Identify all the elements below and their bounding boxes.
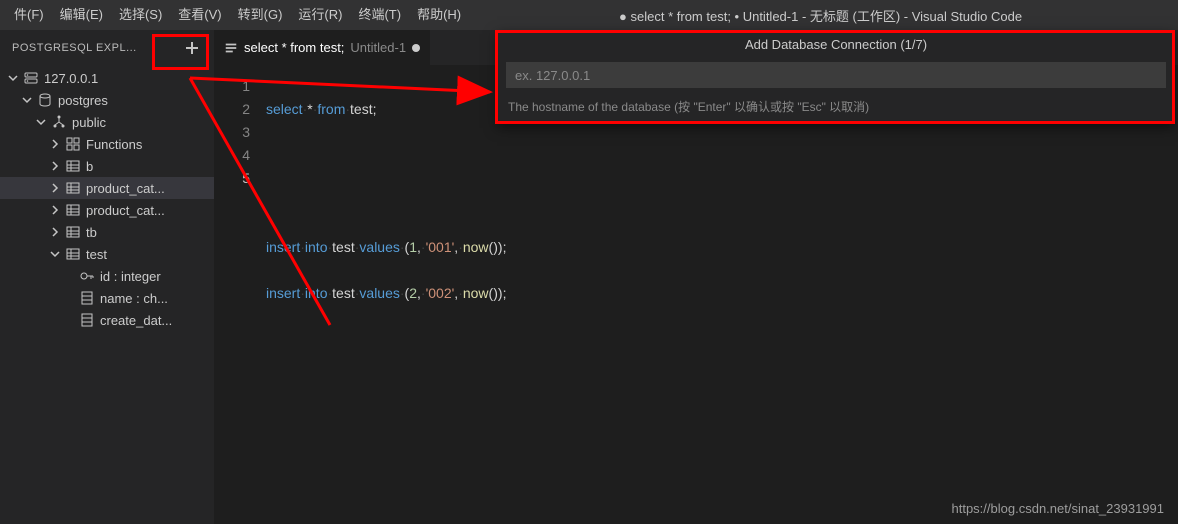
tree-item[interactable]: product_cat... (0, 199, 214, 221)
plus-icon (184, 40, 200, 56)
tree-item-label: test (86, 247, 107, 262)
tree-item[interactable]: 127.0.0.1 (0, 67, 214, 89)
schema-icon (50, 114, 68, 130)
tree-item[interactable]: name : ch... (0, 287, 214, 309)
tree-item-label: create_dat... (100, 313, 172, 328)
menu-file[interactable]: 件(F) (6, 0, 52, 30)
tree-item-label: product_cat... (86, 203, 165, 218)
explorer-tree[interactable]: 127.0.0.1 postgres public Functions b product… (0, 65, 214, 524)
panel-title: POSTGRESQL EXPL... (12, 42, 137, 54)
code-content: select·*·from·test; insert·into·test·val… (266, 65, 506, 524)
chevron-right-icon[interactable] (48, 225, 62, 239)
column-icon (78, 290, 96, 306)
tree-item[interactable]: public (0, 111, 214, 133)
tree-item-label: product_cat... (86, 181, 165, 196)
tree-item-label: Functions (86, 137, 142, 152)
database-icon (36, 92, 54, 108)
table-icon (64, 180, 82, 196)
menu-selection[interactable]: 选择(S) (111, 0, 170, 30)
chevron-down-icon[interactable] (6, 71, 20, 85)
tree-item[interactable]: test (0, 243, 214, 265)
menu-bar: 件(F) 编辑(E) 选择(S) 查看(V) 转到(G) 运行(R) 终端(T)… (0, 0, 1178, 30)
tree-item-label: name : ch... (100, 291, 168, 306)
tree-item[interactable]: create_dat... (0, 309, 214, 331)
menu-go[interactable]: 转到(G) (230, 0, 291, 30)
file-icon (224, 41, 238, 55)
tree-item-label: id : integer (100, 269, 161, 284)
menu-help[interactable]: 帮助(H) (409, 0, 469, 30)
tab-secondary: Untitled-1 (350, 40, 406, 55)
tree-item[interactable]: id : integer (0, 265, 214, 287)
tree-item[interactable]: product_cat... (0, 177, 214, 199)
quick-input-title: Add Database Connection (1/7) (498, 31, 1174, 58)
quick-input-hint: The hostname of the database (按 "Enter" … (498, 94, 1174, 123)
sidebar: POSTGRESQL EXPL... 127.0.0.1 postgres publ… (0, 30, 214, 524)
quick-input-panel: Add Database Connection (1/7) The hostna… (497, 30, 1175, 124)
add-connection-button[interactable] (182, 38, 202, 58)
menu-terminal[interactable]: 终端(T) (350, 0, 409, 30)
key-icon (78, 268, 96, 284)
server-icon (22, 70, 40, 86)
chevron-down-icon[interactable] (34, 115, 48, 129)
tree-item-label: 127.0.0.1 (44, 71, 98, 86)
table-icon (64, 202, 82, 218)
watermark: https://blog.csdn.net/sinat_23931991 (952, 501, 1165, 516)
code-editor[interactable]: 1 2 3 4 5 select·*·from·test; insert·int… (214, 65, 1178, 524)
functions-icon (64, 136, 82, 152)
chevron-right-icon[interactable] (48, 203, 62, 217)
quick-input-field-wrapper (506, 62, 1166, 88)
tab-name: select * from test; (244, 40, 344, 55)
line-gutter: 1 2 3 4 5 (214, 65, 266, 524)
menu-view[interactable]: 查看(V) (170, 0, 229, 30)
table-icon (64, 224, 82, 240)
hostname-input[interactable] (515, 68, 1157, 83)
tree-item[interactable]: postgres (0, 89, 214, 111)
tree-item-label: tb (86, 225, 97, 240)
table-icon (64, 158, 82, 174)
dirty-indicator-icon (412, 44, 420, 52)
panel-header: POSTGRESQL EXPL... (0, 30, 214, 65)
chevron-down-icon[interactable] (20, 93, 34, 107)
chevron-down-icon[interactable] (48, 247, 62, 261)
chevron-right-icon[interactable] (48, 181, 62, 195)
editor-tab[interactable]: select * from test; Untitled-1 (214, 30, 431, 65)
window-title: ● select * from test; • Untitled-1 - 无标题… (469, 6, 1172, 25)
tree-item[interactable]: Functions (0, 133, 214, 155)
tree-item-label: public (72, 115, 106, 130)
menu-edit[interactable]: 编辑(E) (52, 0, 111, 30)
table-icon (64, 246, 82, 262)
tree-item[interactable]: tb (0, 221, 214, 243)
chevron-right-icon[interactable] (48, 159, 62, 173)
menu-run[interactable]: 运行(R) (290, 0, 350, 30)
column-icon (78, 312, 96, 328)
tree-item[interactable]: b (0, 155, 214, 177)
tree-item-label: b (86, 159, 93, 174)
chevron-right-icon[interactable] (48, 137, 62, 151)
tree-item-label: postgres (58, 93, 108, 108)
